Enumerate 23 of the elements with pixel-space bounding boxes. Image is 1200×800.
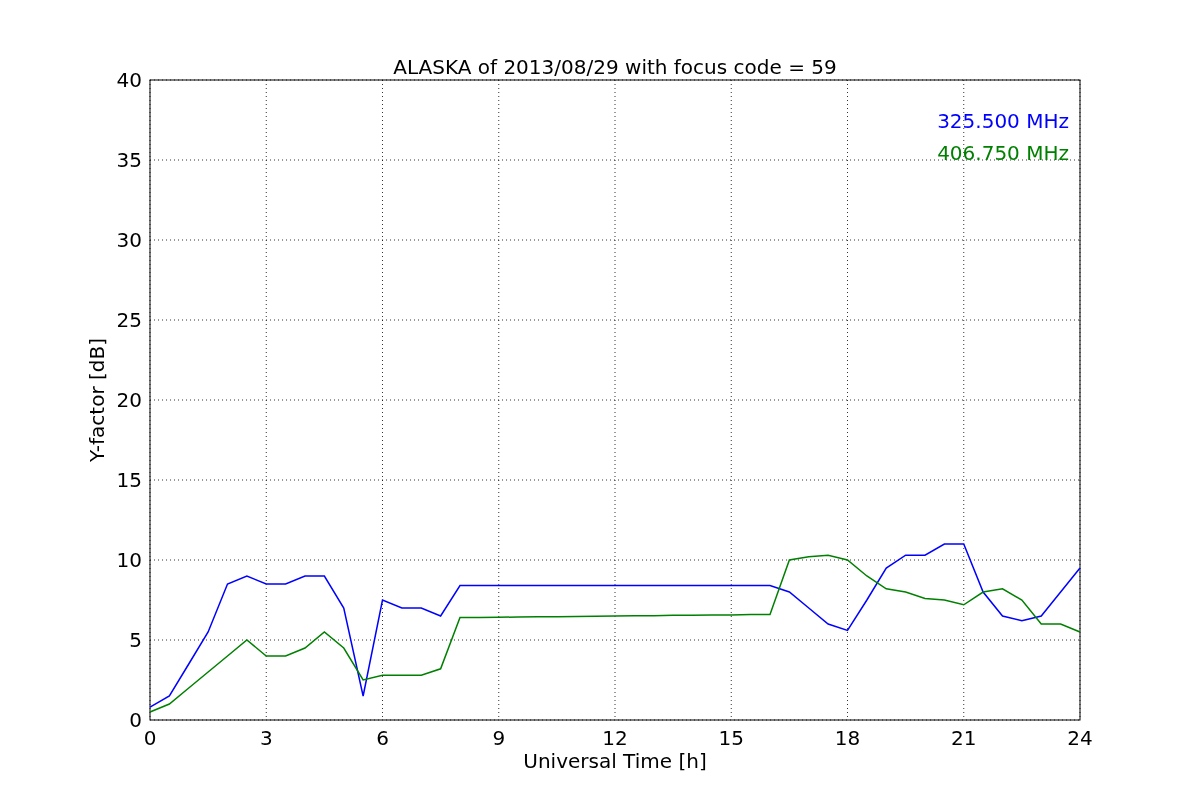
y-tick-label: 5	[129, 628, 142, 652]
x-axis-label: Universal Time [h]	[523, 749, 707, 773]
x-tick-label: 15	[718, 726, 744, 750]
y-tick-label: 25	[116, 308, 142, 332]
x-tick-label: 0	[143, 726, 157, 750]
legend-label: 406.750 MHz	[937, 141, 1069, 165]
x-tick-label: 6	[376, 726, 389, 750]
x-tick-label: 24	[1067, 726, 1093, 750]
x-tick-label: 9	[492, 726, 506, 750]
x-tick-label: 18	[834, 726, 861, 750]
legend-label: 325.500 MHz	[937, 109, 1069, 133]
y-tick-label: 10	[116, 548, 142, 572]
y-tick-label: 30	[116, 228, 142, 252]
y-tick-label: 20	[116, 388, 142, 412]
y-tick-label: 15	[116, 468, 142, 492]
y-axis-label: Y-factor [dB]	[85, 338, 109, 462]
x-tick-label: 12	[602, 726, 628, 750]
chart-title: ALASKA of 2013/08/29 with focus code = 59	[393, 55, 837, 79]
y-tick-label: 35	[116, 148, 142, 172]
x-tick-label: 3	[259, 726, 273, 750]
y-tick-label: 0	[129, 708, 142, 732]
x-tick-label: 21	[951, 726, 977, 750]
y-tick-label: 40	[116, 68, 142, 92]
